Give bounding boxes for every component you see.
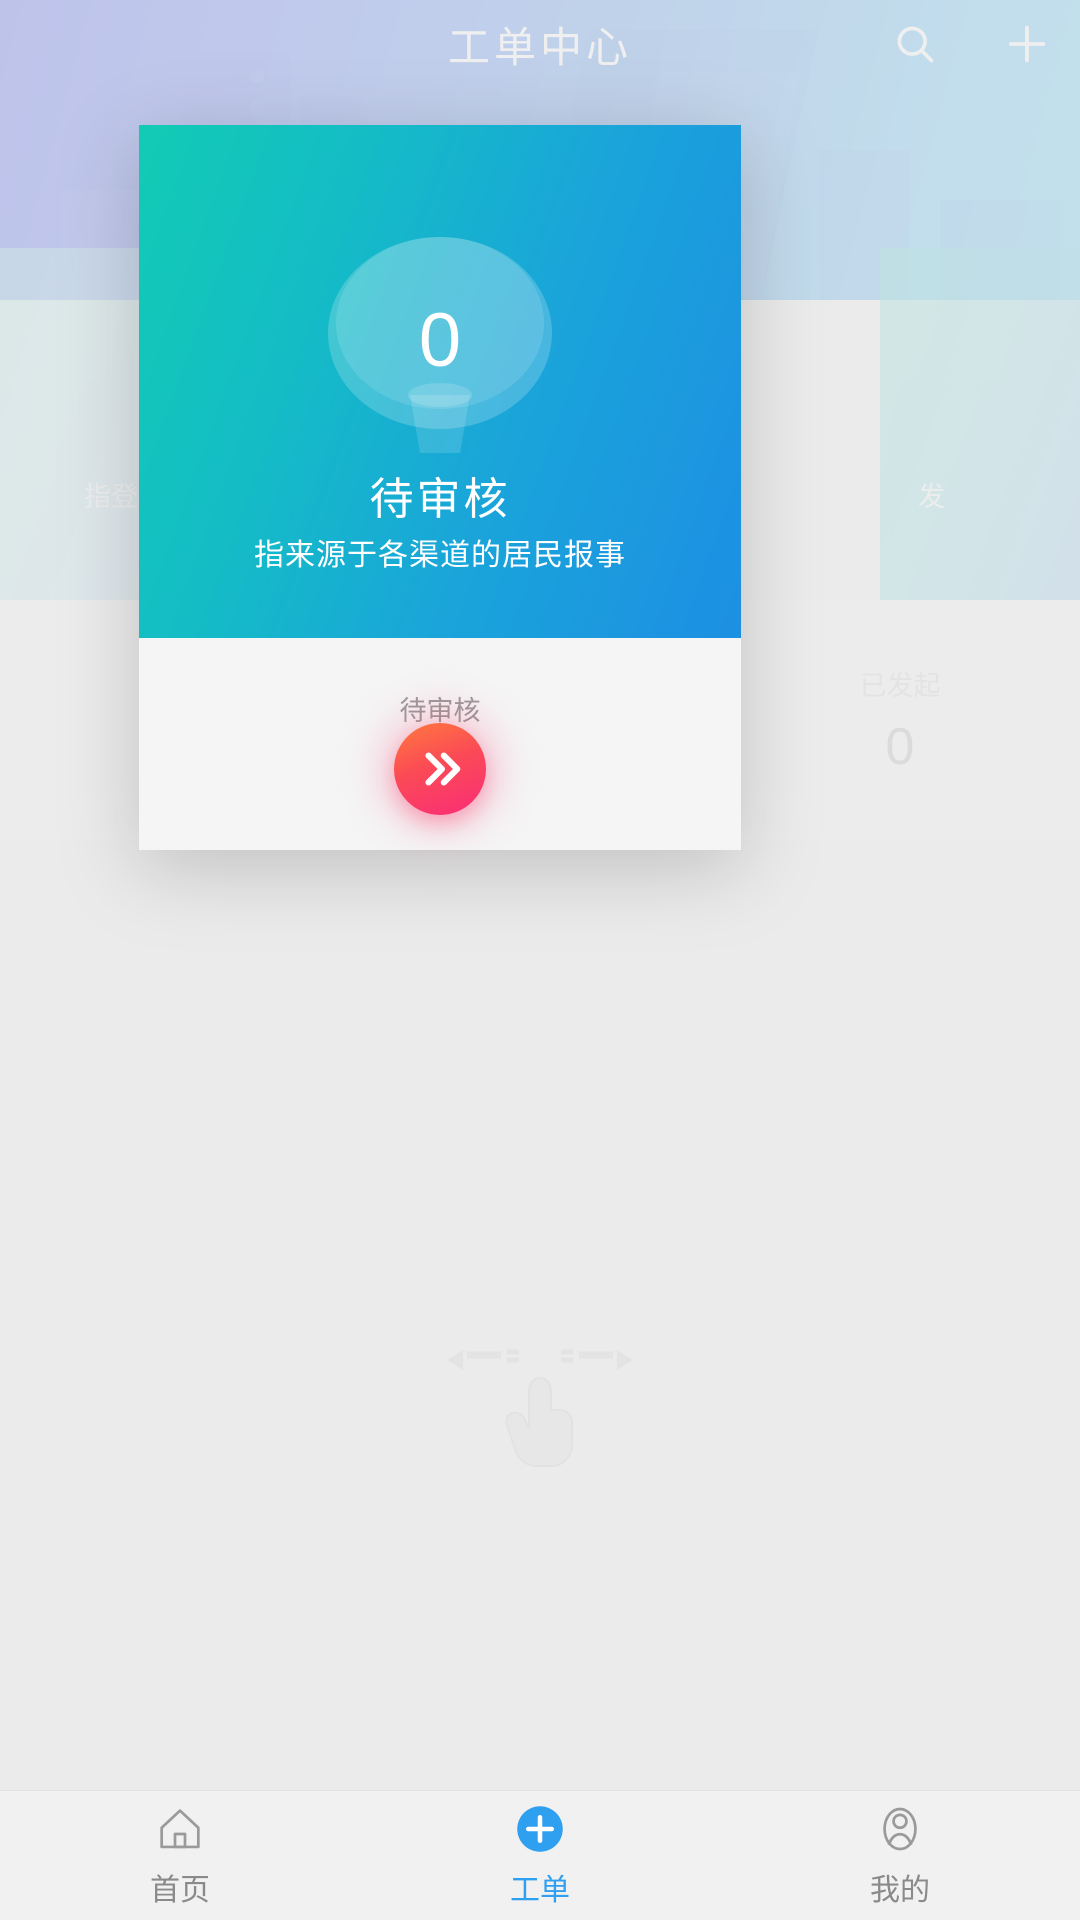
work-order-center-screen: 工单中心 指登 <box>0 0 1080 1920</box>
tutorial-next-button[interactable] <box>394 723 486 815</box>
tab-label: 我的 <box>870 1865 930 1909</box>
tab-work-order[interactable]: 工单 <box>360 1791 720 1920</box>
tutorial-spotlight-card: 0 待审核 指来源于各渠道的居民报事 待审核 0 <box>139 125 741 850</box>
plus-circle-icon <box>514 1803 566 1855</box>
spotlight-banner: 0 待审核 指来源于各渠道的居民报事 <box>139 125 741 638</box>
spotlight-count: 0 <box>419 297 461 384</box>
person-icon <box>875 1803 925 1855</box>
tab-profile[interactable]: 我的 <box>720 1791 1080 1920</box>
tab-label: 工单 <box>510 1865 570 1909</box>
spotlight-stat-label: 待审核 <box>400 689 481 728</box>
double-chevron-right-icon <box>417 746 463 792</box>
spotlight-description: 指来源于各渠道的居民报事 <box>139 530 741 574</box>
spotlight-title: 待审核 <box>139 463 741 527</box>
bottom-tab-bar: 首页 工单 我的 <box>0 1790 1080 1920</box>
tab-home[interactable]: 首页 <box>0 1791 360 1920</box>
tab-label: 首页 <box>150 1865 210 1909</box>
home-icon <box>155 1803 205 1855</box>
